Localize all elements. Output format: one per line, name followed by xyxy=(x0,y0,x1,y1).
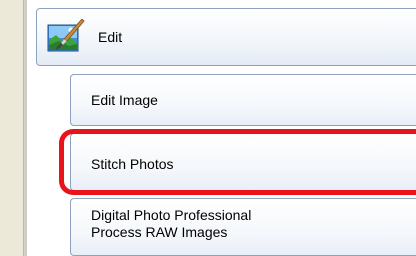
dpp-label: Digital Photo Professional Process RAW I… xyxy=(91,207,251,241)
dpp-label-line-1: Digital Photo Professional xyxy=(91,207,252,223)
edit-image-icon xyxy=(47,19,85,52)
left-sidebar-strip xyxy=(0,0,23,256)
edit-image-button[interactable]: Edit Image xyxy=(70,74,416,126)
stitch-photos-button[interactable]: Stitch Photos xyxy=(70,133,416,191)
edit-group-label: Edit xyxy=(98,29,123,45)
edit-image-label: Edit Image xyxy=(91,92,158,108)
edit-group-header[interactable]: Edit xyxy=(36,8,416,66)
dpp-label-line-2: Process RAW Images xyxy=(91,224,228,240)
stitch-photos-label: Stitch Photos xyxy=(91,156,174,172)
launcher-window: Edit Edit Image Stitch Photos Digital Ph… xyxy=(0,0,416,256)
digital-photo-professional-button[interactable]: Digital Photo Professional Process RAW I… xyxy=(70,198,416,256)
